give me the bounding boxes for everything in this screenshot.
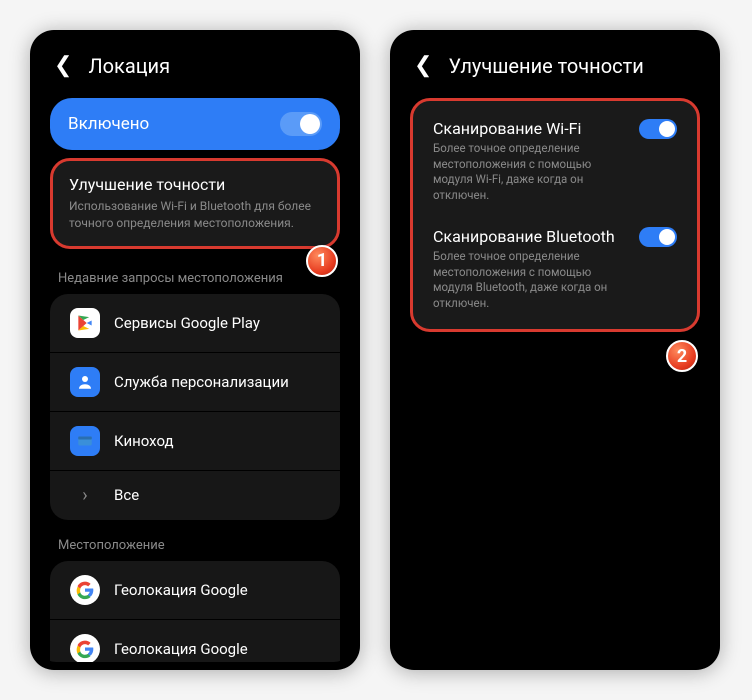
wifi-scan-title: Сканирование Wi-Fi <box>433 119 627 138</box>
wifi-scan-toggle[interactable] <box>639 119 677 139</box>
kinohod-icon <box>70 426 100 456</box>
app-label: Сервисы Google Play <box>114 314 260 332</box>
app-item-personalization[interactable]: Служба персонализации <box>50 353 340 411</box>
app-item-kinohod[interactable]: Киноход <box>50 412 340 470</box>
google-play-services-icon <box>70 308 100 338</box>
section-location: Местоположение <box>38 524 352 561</box>
back-icon[interactable]: ❮ <box>414 55 432 77</box>
bt-scan-subtitle: Более точное определение местоположения … <box>433 249 627 311</box>
geo-item-google-2[interactable]: Геолокация Google <box>50 620 340 662</box>
google-geolocation-icon <box>70 575 100 605</box>
google-geolocation-icon <box>70 634 100 662</box>
bt-scan-title: Сканирование Bluetooth <box>433 227 627 246</box>
screen-right: ❮ Улучшение точности Сканирование Wi-Fi … <box>398 38 712 662</box>
header: ❮ Локация <box>38 38 352 90</box>
app-item-all[interactable]: › Все <box>50 471 340 520</box>
personalization-service-icon <box>70 367 100 397</box>
phone-left: ❮ Локация Включено Улучшение точности Ис… <box>30 30 360 670</box>
screen-left: ❮ Локация Включено Улучшение точности Ис… <box>38 38 352 662</box>
location-enabled-row[interactable]: Включено <box>50 98 340 150</box>
phone-right: ❮ Улучшение точности Сканирование Wi-Fi … <box>390 30 720 670</box>
app-item-google-play[interactable]: Сервисы Google Play <box>50 294 340 352</box>
page-title: Улучшение точности <box>448 54 643 78</box>
wifi-scan-subtitle: Более точное определение местоположения … <box>433 141 627 203</box>
section-recent-requests: Недавние запросы местоположения <box>38 257 352 294</box>
app-label: Служба персонализации <box>114 373 289 391</box>
step-badge-1: 1 <box>306 245 338 277</box>
geo-item-google-1[interactable]: Геолокация Google <box>50 561 340 619</box>
bt-scan-toggle[interactable] <box>639 227 677 247</box>
location-toggle[interactable] <box>280 112 322 136</box>
step-badge-2: 2 <box>666 340 698 372</box>
accuracy-improvement-card[interactable]: Улучшение точности Использование Wi-Fi и… <box>50 158 340 249</box>
app-label: Все <box>114 486 139 504</box>
accuracy-subtitle: Использование Wi-Fi и Bluetooth для боле… <box>69 198 321 232</box>
accuracy-title: Улучшение точности <box>69 175 321 194</box>
header: ❮ Улучшение точности <box>398 38 712 90</box>
page-title: Локация <box>88 54 170 78</box>
wifi-scanning-row[interactable]: Сканирование Wi-Fi Более точное определе… <box>427 107 683 215</box>
geo-label: Геолокация Google <box>114 581 248 599</box>
back-icon[interactable]: ❮ <box>54 55 72 77</box>
scanning-options-card: Сканирование Wi-Fi Более точное определе… <box>410 98 700 332</box>
chevron-right-icon: › <box>70 485 100 506</box>
geo-label: Геолокация Google <box>114 640 248 658</box>
app-label: Киноход <box>114 432 174 450</box>
enabled-label: Включено <box>68 114 149 134</box>
bluetooth-scanning-row[interactable]: Сканирование Bluetooth Более точное опре… <box>427 215 683 323</box>
